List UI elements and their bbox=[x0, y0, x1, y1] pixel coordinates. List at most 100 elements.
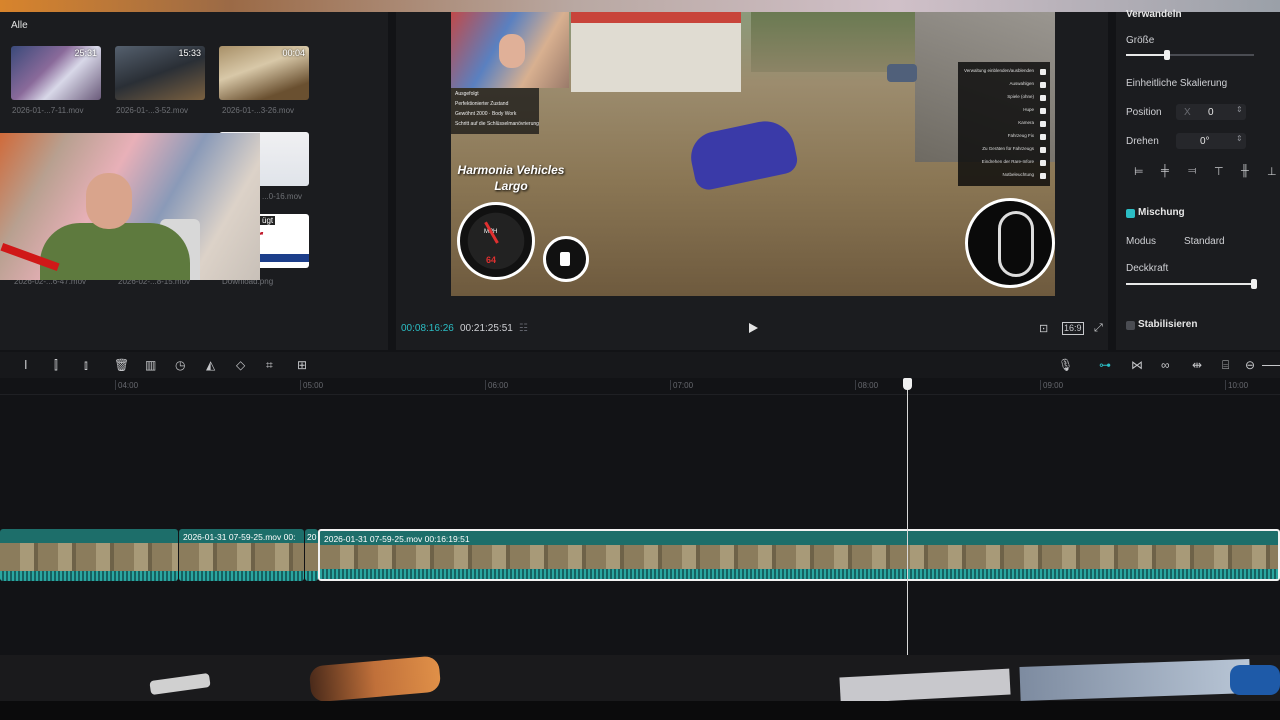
key-icon bbox=[1040, 121, 1046, 127]
align-right-icon[interactable]: ⫤ bbox=[1188, 165, 1196, 178]
desk-object bbox=[1230, 665, 1280, 695]
inspector-panel bbox=[1116, 12, 1280, 350]
stepper-icon[interactable]: ⇕ bbox=[1236, 105, 1243, 114]
playhead[interactable] bbox=[907, 378, 908, 655]
fuel-gauge bbox=[543, 236, 589, 282]
snapshot-icon[interactable]: ⊡ bbox=[1039, 322, 1048, 335]
timeline-ruler[interactable]: 04:00 05:00 06:00 07:00 08:00 09:00 10:0… bbox=[0, 378, 1280, 395]
playhead-handle[interactable] bbox=[903, 378, 912, 390]
timeline-clip[interactable]: 2026-01-31 07-59-25.mov 00: bbox=[179, 529, 304, 581]
delete-icon[interactable]: 🗑 bbox=[114, 358, 129, 372]
media-name: ...0-16.mov bbox=[262, 192, 303, 201]
menu-row: Hupe bbox=[962, 107, 1046, 116]
menu-row: Eindrehen der Rare-Infore bbox=[962, 159, 1046, 168]
media-duration: 25:31 bbox=[74, 48, 97, 58]
menu-item: Fahrzeug Fix bbox=[1007, 133, 1034, 138]
stepper-icon[interactable]: ⇕ bbox=[1236, 134, 1243, 143]
magnet-icon[interactable]: ⊶ bbox=[1099, 358, 1111, 372]
trim-icon[interactable]: ⫾ bbox=[84, 358, 88, 372]
media-name: 2026-01-...7-11.mov bbox=[12, 106, 84, 115]
key-icon bbox=[1040, 134, 1046, 140]
added-badge: ügt bbox=[260, 216, 276, 225]
stabilize-checkbox[interactable] bbox=[1126, 321, 1135, 330]
aspect-ratio-button[interactable]: 16:9 bbox=[1062, 322, 1084, 335]
align-bottom-icon[interactable]: ⊥ bbox=[1267, 165, 1277, 178]
minimap-road bbox=[998, 211, 1034, 277]
vehicle-title-line1: Harmonia Vehicles bbox=[457, 163, 565, 177]
align-top-icon[interactable]: ⊤ bbox=[1214, 165, 1224, 178]
preview-axis-icon[interactable]: ⇹ bbox=[1192, 358, 1202, 372]
media-name: 2026-01-...3-52.mov bbox=[116, 106, 189, 115]
clip-waveform bbox=[0, 571, 178, 581]
menu-row: Notbeleuchtung bbox=[962, 172, 1046, 181]
align-middle-icon[interactable]: ╫ bbox=[1241, 165, 1249, 177]
zoom-slider[interactable] bbox=[1262, 365, 1280, 366]
position-x-value: 0 bbox=[1208, 107, 1214, 118]
size-slider-knob[interactable] bbox=[1164, 50, 1170, 60]
freeze-icon[interactable]: ▥ bbox=[145, 358, 156, 372]
timeline-clip[interactable] bbox=[0, 529, 178, 581]
microphone-icon[interactable]: 🎙 bbox=[1058, 358, 1073, 372]
position-x-field[interactable]: X 0 ⇕ bbox=[1176, 104, 1246, 120]
background-strip-top bbox=[0, 0, 1280, 12]
rotate-label: Drehen bbox=[1126, 136, 1159, 147]
select-tool-icon[interactable]: Ⅰ bbox=[24, 358, 28, 372]
menu-row: Fahrzeug Fix bbox=[962, 133, 1046, 142]
align-left-icon[interactable]: ⊨ bbox=[1134, 165, 1144, 178]
media-filter-all[interactable]: Alle bbox=[11, 20, 28, 31]
blue-car bbox=[686, 115, 800, 193]
desk-object bbox=[149, 672, 211, 696]
clip-label: 2026-01-31 07-59-25.mov 00: bbox=[183, 532, 296, 542]
media-duration: 15:33 bbox=[178, 48, 201, 58]
media-thumb-3[interactable]: 00:04 bbox=[219, 46, 309, 100]
caption-icon[interactable]: ⌸ bbox=[1222, 358, 1229, 372]
timeline-clip-selected[interactable]: 2026-01-31 07-59-25.mov 00:16:19:51 bbox=[318, 529, 1280, 581]
key-icon bbox=[1040, 160, 1046, 166]
link-icon[interactable]: ⋈ bbox=[1131, 358, 1143, 372]
ruler-label: 08:00 bbox=[858, 381, 879, 390]
blend-checkbox[interactable] bbox=[1126, 209, 1135, 218]
media-panel: Alle 25:31 2026-01-...7-11.mov 15:33 202… bbox=[0, 12, 388, 350]
speedometer: MPH 64 bbox=[457, 202, 535, 280]
building bbox=[571, 12, 741, 92]
smart-crop-icon[interactable]: ⊞ bbox=[297, 358, 307, 372]
game-info-overlay: Ausgefolgt Perfektionierter Zustand Gewö… bbox=[451, 88, 539, 134]
clip-thumbnails bbox=[179, 543, 304, 571]
mode-label: Modus bbox=[1126, 236, 1157, 247]
desk-object bbox=[839, 668, 1011, 704]
menu-row: Zu Geräten für Fahrzeugs bbox=[962, 146, 1046, 155]
clip-waveform bbox=[179, 571, 304, 581]
section-transform[interactable]: Verwandeln bbox=[1126, 9, 1182, 20]
split-icon[interactable]: ⫿ bbox=[54, 358, 58, 372]
desk-edge bbox=[0, 701, 1280, 720]
ruler-label: 06:00 bbox=[488, 381, 509, 390]
align-center-icon[interactable]: ╪ bbox=[1161, 165, 1169, 177]
mirror-icon[interactable]: ◭ bbox=[206, 358, 215, 372]
ruler-label: 07:00 bbox=[673, 381, 694, 390]
mode-select[interactable]: Standard bbox=[1184, 236, 1225, 247]
media-thumb-1[interactable]: 25:31 bbox=[11, 46, 101, 100]
crop-icon[interactable]: ⌗ bbox=[266, 358, 273, 372]
chain-icon[interactable]: ∞ bbox=[1161, 358, 1170, 372]
size-slider[interactable] bbox=[1126, 50, 1254, 60]
opacity-slider[interactable] bbox=[1126, 279, 1257, 289]
overlay-line: Gewöhnt 2000 · Body Work bbox=[455, 111, 517, 117]
section-blend[interactable]: Mischung bbox=[1138, 207, 1185, 218]
play-button[interactable] bbox=[749, 323, 758, 333]
rotate-field[interactable]: 0° ⇕ bbox=[1176, 133, 1246, 149]
overlay-line: Ausgefolgt bbox=[455, 91, 479, 97]
speed-icon[interactable]: ◷ bbox=[175, 358, 185, 372]
grid-icon[interactable]: ☷ bbox=[519, 323, 528, 334]
video-preview[interactable]: Ausgefolgt Perfektionierter Zustand Gewö… bbox=[451, 12, 1055, 296]
zoom-out-icon[interactable]: ⊖ bbox=[1245, 358, 1255, 372]
media-thumb-2[interactable]: 15:33 bbox=[115, 46, 205, 100]
timeline-clip[interactable]: 20 bbox=[305, 529, 318, 581]
fullscreen-icon[interactable]: ⤢ bbox=[1094, 322, 1103, 335]
person-head bbox=[86, 173, 132, 229]
section-stabilize[interactable]: Stabilisieren bbox=[1138, 319, 1197, 330]
clip-thumbnails bbox=[305, 543, 318, 571]
rotate-icon[interactable]: ◇ bbox=[236, 358, 245, 372]
key-icon bbox=[1040, 69, 1046, 75]
desk-object bbox=[308, 655, 442, 703]
opacity-slider-knob[interactable] bbox=[1251, 279, 1257, 289]
